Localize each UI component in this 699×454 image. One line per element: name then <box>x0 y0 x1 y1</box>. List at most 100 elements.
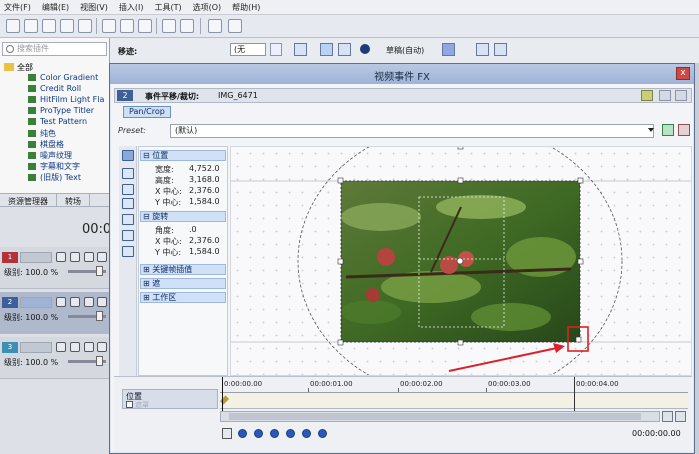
plugin-chain-icon[interactable] <box>659 90 671 101</box>
zoom-in-icon[interactable] <box>662 411 673 422</box>
prev-keyframe-icon[interactable] <box>254 429 263 438</box>
width-value[interactable]: 4,752.0 <box>189 164 220 173</box>
normal-edit-tool-icon[interactable] <box>122 150 134 161</box>
angle-value[interactable]: .0 <box>189 225 197 234</box>
tree-item[interactable]: Credit Roll <box>28 84 81 93</box>
zoom-edit-tool-icon[interactable] <box>122 168 134 179</box>
new-icon[interactable] <box>6 19 20 33</box>
tree-item[interactable]: ProType Titler <box>28 106 94 115</box>
edit-tool-icon[interactable] <box>208 19 222 33</box>
monitor-icon[interactable] <box>320 43 333 56</box>
open-icon[interactable] <box>24 19 38 33</box>
section-rotation[interactable]: ⊟ 旋转 <box>140 211 226 222</box>
quality-icon[interactable] <box>360 44 370 54</box>
tree-item[interactable]: Color Gradient <box>28 73 98 82</box>
copy-frame-icon[interactable] <box>476 43 489 56</box>
keyframe-track[interactable] <box>219 393 688 409</box>
track-fx-icon[interactable] <box>84 342 94 352</box>
snap-grid-icon[interactable] <box>122 246 134 257</box>
render-icon[interactable] <box>60 19 74 33</box>
track-name-field[interactable] <box>20 252 52 263</box>
level-slider-knob[interactable] <box>96 311 103 321</box>
x-center-value[interactable]: 2,376.0 <box>189 186 220 195</box>
tab-transitions[interactable]: 转场 <box>57 194 90 206</box>
undo-icon[interactable] <box>162 19 176 33</box>
menu-insert[interactable]: 插入(I) <box>119 2 144 13</box>
pan-icon[interactable] <box>122 198 134 209</box>
delete-keyframe-icon[interactable] <box>318 429 327 438</box>
copy-icon[interactable] <box>120 19 134 33</box>
move-anywhere-icon[interactable] <box>122 214 134 225</box>
rot-y-center-value[interactable]: 1,584.0 <box>189 247 220 256</box>
timeline-ruler[interactable]: 0:00:00.00 00:00:01.00 00:00:02.00 00:00… <box>220 377 688 393</box>
magnify-icon[interactable] <box>122 184 134 195</box>
zoom-dropdown-icon[interactable] <box>270 43 282 56</box>
tree-root[interactable]: 全部 <box>4 62 33 73</box>
automation-icon[interactable] <box>97 342 107 352</box>
automation-icon[interactable] <box>97 297 107 307</box>
solo-icon[interactable] <box>70 297 80 307</box>
overlay-icon[interactable] <box>442 43 455 56</box>
timeline-scrollbar[interactable] <box>220 411 660 422</box>
tree-item[interactable]: 纯色 <box>28 128 56 139</box>
first-keyframe-icon[interactable] <box>238 429 247 438</box>
solo-icon[interactable] <box>70 342 80 352</box>
center-handle[interactable] <box>456 257 464 265</box>
save-snapshot-icon[interactable] <box>494 43 507 56</box>
zoom-select[interactable]: (无 <box>230 43 266 56</box>
menu-file[interactable]: 文件(F) <box>4 2 31 13</box>
scrollbar-thumb[interactable] <box>229 413 641 420</box>
next-keyframe-icon[interactable] <box>270 429 279 438</box>
track-name-field[interactable] <box>20 342 52 353</box>
tree-item[interactable]: 字幕和文字 <box>28 161 80 172</box>
mute-icon[interactable] <box>56 252 66 262</box>
last-keyframe-icon[interactable] <box>286 429 295 438</box>
mute-icon[interactable] <box>56 297 66 307</box>
redo-icon[interactable] <box>180 19 194 33</box>
save-icon[interactable] <box>42 19 56 33</box>
level-slider-knob[interactable] <box>96 356 103 366</box>
mask-checkbox[interactable] <box>126 401 133 408</box>
track-header[interactable]: 2 级别: 100.0 % <box>0 292 110 334</box>
automation-icon[interactable] <box>97 252 107 262</box>
cut-icon[interactable] <box>102 19 116 33</box>
tree-item[interactable]: 棋盘格 <box>28 139 64 150</box>
lock-aspect-icon[interactable] <box>122 230 134 241</box>
preview-mode-label[interactable]: 草稿(自动) <box>386 45 424 56</box>
y-center-value[interactable]: 1,584.0 <box>189 197 220 206</box>
save-preset-icon[interactable] <box>662 124 674 136</box>
dialog-title-bar[interactable]: 视频事件 FX x <box>110 64 694 84</box>
track-fx-icon[interactable] <box>84 252 94 262</box>
sync-cursor-icon[interactable] <box>222 428 232 439</box>
menu-tools[interactable]: 工具(T) <box>154 2 181 13</box>
section-position[interactable]: ⊟ 位置 <box>140 150 226 161</box>
add-keyframe-icon[interactable] <box>302 429 311 438</box>
tree-item[interactable]: Test Pattern <box>28 117 87 126</box>
bypass-icon[interactable] <box>641 90 653 101</box>
zoom-out-icon[interactable] <box>675 411 686 422</box>
track-fx-icon[interactable] <box>84 297 94 307</box>
tree-item[interactable]: 噪声纹理 <box>28 150 72 161</box>
remove-plugin-icon[interactable] <box>675 90 687 101</box>
playhead[interactable] <box>222 377 223 411</box>
tab-pan-crop[interactable]: Pan/Crop <box>123 106 171 118</box>
delete-preset-icon[interactable] <box>678 124 690 136</box>
menu-edit[interactable]: 编辑(E) <box>42 2 69 13</box>
plugin-search-input[interactable]: 搜索插件 <box>2 42 107 56</box>
close-button[interactable]: x <box>676 67 690 80</box>
tab-explorer[interactable]: 资源管理器 <box>0 194 57 206</box>
mute-icon[interactable] <box>56 342 66 352</box>
envelope-tool-icon[interactable] <box>228 19 242 33</box>
preset-select[interactable]: (默认) <box>170 124 654 138</box>
chevron-down-icon[interactable] <box>648 128 654 132</box>
paste-icon[interactable] <box>138 19 152 33</box>
pan-crop-canvas[interactable] <box>230 146 692 376</box>
level-slider-knob[interactable] <box>96 266 103 276</box>
track-header[interactable]: 3 级别: 100.0 % <box>0 337 110 379</box>
menu-options[interactable]: 选项(O) <box>193 2 222 13</box>
menu-help[interactable]: 帮助(H) <box>232 2 260 13</box>
properties-icon[interactable] <box>78 19 92 33</box>
tree-item[interactable]: (旧版) Text <box>28 172 81 183</box>
split-icon[interactable] <box>338 43 351 56</box>
rot-x-center-value[interactable]: 2,376.0 <box>189 236 220 245</box>
